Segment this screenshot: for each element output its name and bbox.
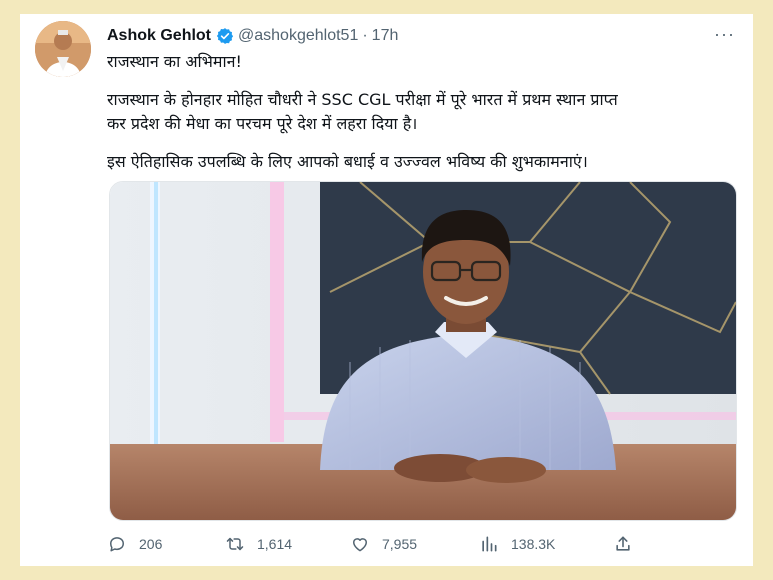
retweet-button[interactable]: 1,614 bbox=[225, 534, 292, 554]
views-count: 138.3K bbox=[511, 536, 556, 552]
verified-icon bbox=[216, 28, 234, 44]
share-icon bbox=[616, 536, 630, 551]
tweet-text-line: इस ऐतिहासिक उपलब्धि के लिए आपको बधाई व उ… bbox=[107, 152, 588, 171]
tweet-timestamp[interactable]: 17h bbox=[372, 27, 399, 45]
tweet-text-line: राजस्थान का अभिमान! bbox=[107, 52, 242, 71]
action-bar: 206 1,614 7,955 138.3K bbox=[107, 534, 667, 558]
tweet-text-line: राजस्थान के होनहार मोहित चौधरी ने SSC CG… bbox=[107, 90, 618, 109]
like-icon bbox=[353, 538, 367, 552]
share-button[interactable] bbox=[613, 534, 645, 554]
tweet-text-line: कर प्रदेश की मेधा का परचम पूरे देश में ल… bbox=[107, 114, 418, 133]
tweet-photo[interactable] bbox=[109, 181, 737, 521]
author-handle[interactable]: @ashokgehlot51 bbox=[238, 27, 358, 45]
more-icon[interactable]: ··· bbox=[714, 24, 735, 45]
tweet-card: Ashok Gehlot @ashokgehlot51 · 17h ··· रा… bbox=[20, 14, 753, 566]
like-button[interactable]: 7,955 bbox=[350, 534, 417, 554]
reply-button[interactable]: 206 bbox=[107, 534, 162, 554]
reply-icon bbox=[110, 537, 124, 552]
views-icon bbox=[482, 536, 497, 552]
tweet-header: Ashok Gehlot @ashokgehlot51 · 17h bbox=[107, 25, 398, 47]
header-separator: · bbox=[362, 27, 368, 44]
retweet-count: 1,614 bbox=[257, 536, 293, 552]
avatar[interactable] bbox=[35, 21, 91, 77]
author-name[interactable]: Ashok Gehlot bbox=[107, 27, 211, 45]
views-button[interactable]: 138.3K bbox=[479, 534, 555, 554]
like-count: 7,955 bbox=[382, 536, 418, 552]
reply-count: 206 bbox=[139, 536, 163, 552]
retweet-icon bbox=[226, 537, 244, 551]
